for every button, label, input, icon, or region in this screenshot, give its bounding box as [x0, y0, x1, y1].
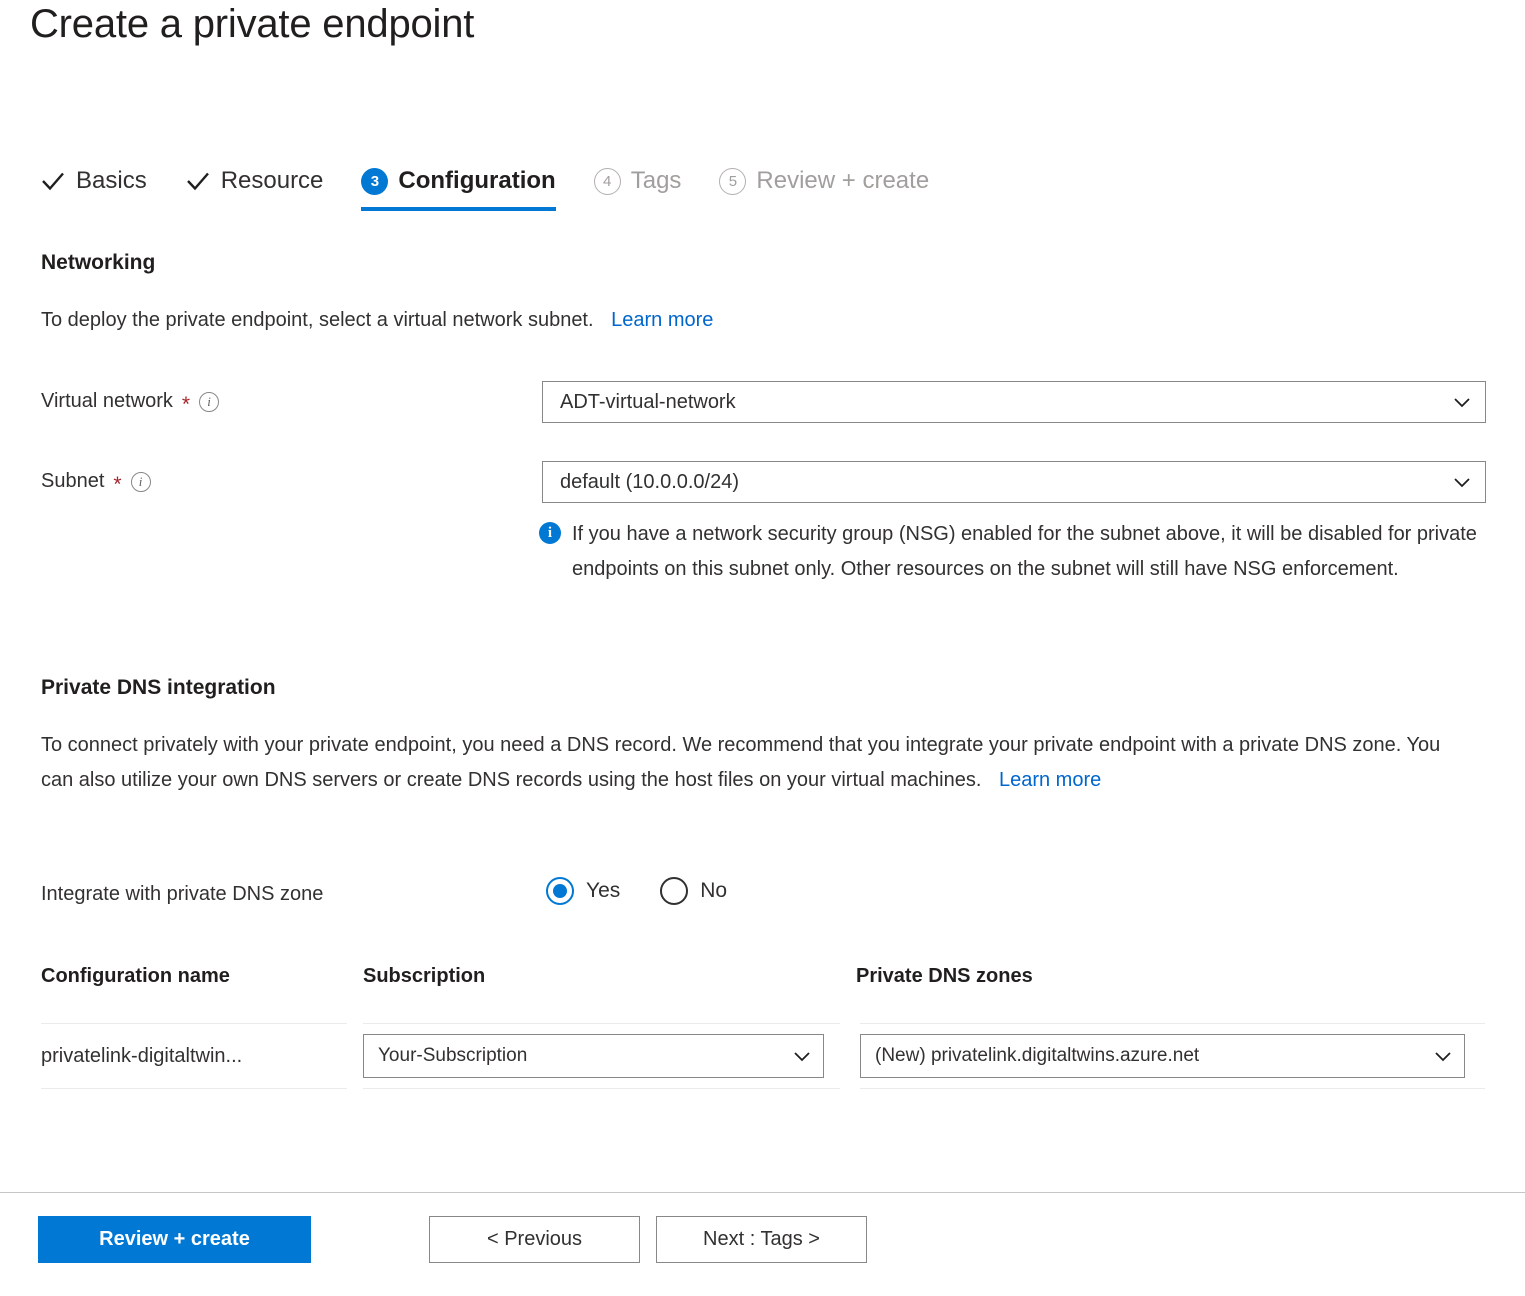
next-tags-button[interactable]: Next : Tags >	[656, 1216, 867, 1263]
footer-action-bar: Review + create < Previous Next : Tags >	[38, 1216, 883, 1263]
integrate-dns-zone-label-text: Integrate with private DNS zone	[41, 883, 324, 905]
subscription-dropdown[interactable]: Your-Subscription	[363, 1034, 824, 1078]
footer-divider	[0, 1192, 1525, 1193]
info-icon[interactable]: i	[130, 471, 151, 492]
private-dns-description-text: To connect privately with your private e…	[41, 734, 1441, 791]
tab-configuration[interactable]: 3 Configuration	[361, 160, 556, 211]
info-filled-icon: i	[539, 522, 561, 544]
private-dns-zone-value: (New) privatelink.digitaltwins.azure.net	[875, 1045, 1200, 1066]
cell-subscription: Your-Subscription	[363, 1023, 840, 1089]
table-row: privatelink-digitaltwin... Your-Subscrip…	[41, 1023, 1485, 1089]
column-header-private-dns-zones: Private DNS zones	[856, 965, 1033, 987]
subnet-dropdown[interactable]: default (10.0.0.0/24)	[542, 461, 1486, 503]
step-number-badge: 3	[361, 167, 389, 195]
chevron-down-icon	[1451, 391, 1473, 413]
tab-tags[interactable]: 4 Tags	[593, 160, 682, 202]
active-tab-underline	[361, 207, 556, 211]
wizard-tab-list: Basics Resource 3 Configuration 4 Tags 5…	[40, 160, 967, 212]
previous-button[interactable]: < Previous	[429, 1216, 640, 1263]
table-header-row: Configuration name Subscription Private …	[41, 965, 1485, 1023]
configuration-name-value: privatelink-digitaltwin...	[41, 1044, 243, 1067]
create-private-endpoint-page: Create a private endpoint Basics Resourc…	[0, 0, 1525, 1296]
private-dns-zone-dropdown[interactable]: (New) privatelink.digitaltwins.azure.net	[860, 1034, 1465, 1078]
chevron-down-icon	[1451, 471, 1473, 493]
radio-option-yes[interactable]: Yes	[546, 877, 620, 905]
networking-description-text: To deploy the private endpoint, select a…	[41, 309, 594, 331]
radio-yes-indicator[interactable]	[546, 877, 574, 905]
tab-review-create[interactable]: 5 Review + create	[719, 160, 929, 202]
column-header-configuration-name: Configuration name	[41, 965, 230, 987]
page-title: Create a private endpoint	[30, 2, 475, 46]
private-dns-description: To connect privately with your private e…	[41, 728, 1451, 798]
virtual-network-label: Virtual network * i	[41, 390, 220, 416]
review-create-button[interactable]: Review + create	[38, 1216, 311, 1263]
nsg-info-message: i If you have a network security group (…	[539, 517, 1497, 587]
tab-resource-label: Resource	[220, 167, 324, 194]
networking-description: To deploy the private endpoint, select a…	[41, 303, 1041, 338]
subnet-label-text: Subnet	[41, 470, 105, 492]
tab-resource[interactable]: Resource	[185, 160, 324, 202]
integrate-dns-zone-radio-group: Yes No	[546, 877, 767, 905]
tab-tags-label: Tags	[630, 167, 682, 194]
subnet-label: Subnet * i	[41, 470, 151, 496]
chevron-down-icon	[791, 1045, 813, 1067]
virtual-network-value: ADT-virtual-network	[560, 390, 736, 413]
subscription-value: Your-Subscription	[378, 1045, 528, 1066]
radio-no-indicator[interactable]	[660, 877, 689, 905]
virtual-network-dropdown[interactable]: ADT-virtual-network	[542, 381, 1486, 423]
info-icon[interactable]: i	[199, 391, 220, 412]
cell-configuration-name: privatelink-digitaltwin...	[41, 1023, 347, 1089]
radio-option-no[interactable]: No	[660, 877, 727, 905]
networking-learn-more-link[interactable]: Learn more	[611, 309, 713, 331]
private-dns-zones-table: Configuration name Subscription Private …	[41, 965, 1485, 1089]
checkmark-icon	[185, 168, 211, 194]
tab-review-create-label: Review + create	[756, 167, 930, 194]
tab-basics[interactable]: Basics	[40, 160, 147, 202]
virtual-network-label-text: Virtual network	[41, 390, 173, 412]
networking-heading: Networking	[41, 251, 156, 274]
required-asterisk: *	[181, 393, 191, 416]
integrate-dns-zone-label: Integrate with private DNS zone	[41, 883, 323, 906]
chevron-down-icon	[1432, 1045, 1454, 1067]
nsg-info-message-text: If you have a network security group (NS…	[572, 523, 1477, 580]
step-number-badge: 4	[593, 167, 621, 195]
tab-basics-label: Basics	[76, 167, 147, 194]
private-dns-heading: Private DNS integration	[41, 676, 276, 699]
tab-configuration-label: Configuration	[398, 167, 556, 194]
step-number-badge: 5	[719, 167, 747, 195]
column-header-subscription: Subscription	[363, 965, 486, 987]
required-asterisk: *	[113, 473, 122, 496]
private-dns-learn-more-link[interactable]: Learn more	[999, 769, 1101, 791]
subnet-value: default (10.0.0.0/24)	[560, 470, 740, 493]
cell-private-dns-zone: (New) privatelink.digitaltwins.azure.net	[860, 1023, 1485, 1089]
radio-yes-label: Yes	[586, 879, 621, 902]
radio-no-label: No	[700, 879, 728, 902]
checkmark-icon	[40, 168, 66, 194]
